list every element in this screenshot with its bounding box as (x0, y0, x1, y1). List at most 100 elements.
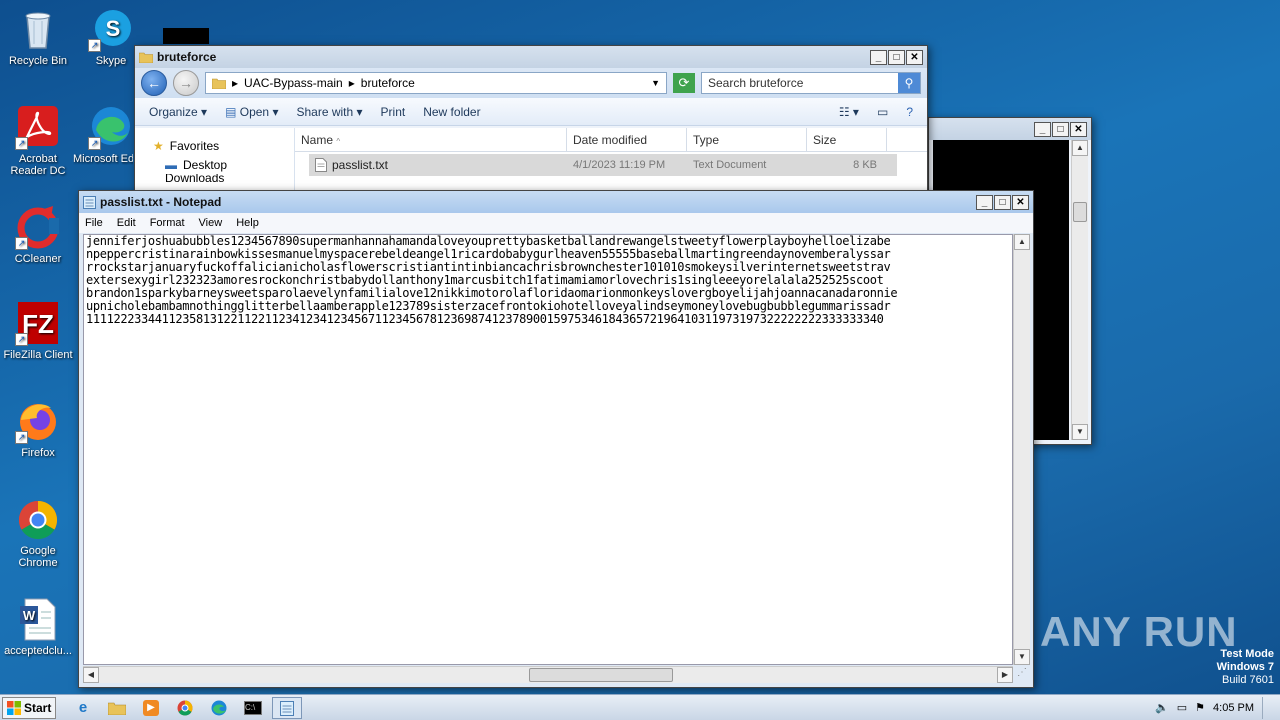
text-editor[interactable]: jenniferjoshuabubbles1234567890supermanh… (83, 234, 1013, 665)
back-arrow-icon[interactable]: ← (141, 70, 167, 96)
shortcut-arrow-icon: ↗ (15, 431, 28, 444)
filezilla-icon: FZ ↗ (15, 300, 61, 346)
svg-text:W: W (23, 608, 36, 623)
column-header-size[interactable]: Size (807, 128, 887, 151)
search-icon[interactable]: ⚲ (898, 73, 920, 93)
minimize-button[interactable]: _ (1034, 121, 1051, 137)
word-document-icon: W (15, 596, 61, 642)
maximize-button[interactable]: □ (888, 49, 905, 65)
shortcut-arrow-icon: ↗ (88, 137, 101, 150)
column-header-date[interactable]: Date modified (567, 128, 687, 151)
notepad-titlebar[interactable]: passlist.txt - Notepad _ □ ✕ (79, 191, 1033, 213)
menu-format[interactable]: Format (150, 217, 185, 229)
scroll-left-icon[interactable]: ◀ (83, 667, 99, 683)
scroll-thumb[interactable] (529, 668, 673, 682)
shortcut-arrow-icon: ↗ (15, 333, 28, 346)
taskbar-cmd-icon[interactable]: C:\ (238, 697, 268, 719)
menu-help[interactable]: Help (236, 217, 259, 229)
show-desktop-button[interactable] (1262, 696, 1272, 719)
forward-arrow-icon[interactable]: → (173, 70, 199, 96)
scroll-thumb[interactable] (1073, 202, 1087, 222)
action-center-flag-icon[interactable]: ⚑ (1195, 701, 1205, 714)
explorer-titlebar[interactable]: bruteforce _ □ ✕ (135, 46, 927, 68)
scroll-up-icon[interactable]: ▲ (1014, 234, 1030, 250)
text-line: 1111222334411235813122112211234123412345… (86, 312, 884, 326)
taskbar-explorer-icon[interactable] (102, 697, 132, 719)
desktop-icon-label: acceptedclu... (4, 645, 72, 657)
desktop-icon-recycle-bin[interactable]: Recycle Bin (0, 6, 76, 67)
share-with-button[interactable]: Share with ▾ (296, 105, 362, 119)
resize-grip-icon[interactable]: ⋰ (1014, 667, 1030, 683)
menu-view[interactable]: View (199, 217, 223, 229)
desktop-icon-chrome[interactable]: Google Chrome (0, 496, 76, 569)
table-row[interactable]: passlist.txt 4/1/2023 11:19 PM Text Docu… (309, 154, 897, 176)
close-button[interactable]: ✕ (1070, 121, 1087, 137)
column-header-name[interactable]: Name ^ (295, 128, 567, 151)
star-icon: ★ (153, 138, 164, 153)
scroll-down-icon[interactable]: ▼ (1014, 649, 1030, 665)
open-button[interactable]: ▤ Open ▾ (225, 105, 278, 119)
notepad-window[interactable]: passlist.txt - Notepad _ □ ✕ File Edit F… (78, 190, 1034, 688)
taskbar-media-player-icon[interactable]: ▶ (136, 697, 166, 719)
organize-button[interactable]: Organize ▾ (149, 105, 207, 119)
desktop-icon-word-doc[interactable]: W acceptedclu... (0, 596, 76, 657)
column-header-type[interactable]: Type (687, 128, 807, 151)
print-button[interactable]: Print (381, 105, 406, 119)
breadcrumb-item[interactable]: bruteforce (361, 76, 415, 90)
menu-edit[interactable]: Edit (117, 217, 136, 229)
console-scrollbar[interactable]: ▲ ▼ (1071, 140, 1088, 440)
console-titlebar[interactable]: _ □ ✕ (929, 118, 1091, 140)
desktop-icon-ccleaner[interactable]: ↗ CCleaner (0, 204, 76, 265)
explorer-window[interactable]: bruteforce _ □ ✕ ← → ▸ UAC-Bypass-main ▸… (134, 45, 928, 205)
menu-file[interactable]: File (85, 217, 103, 229)
desktop-icon-label: Google Chrome (18, 545, 58, 569)
taskbar-edge-icon[interactable] (204, 697, 234, 719)
network-icon[interactable]: ▭ (1177, 701, 1187, 714)
maximize-button[interactable]: □ (994, 194, 1011, 210)
desktop-icon-filezilla[interactable]: FZ ↗ FileZilla Client (0, 300, 76, 361)
taskbar: Start e ▶ C:\ 🔈 ▭ ⚑ 4:05 PM (0, 694, 1280, 720)
preview-pane-icon[interactable]: ▭ (877, 105, 888, 119)
folder-icon (212, 78, 226, 89)
view-options-icon[interactable]: ☷ ▾ (839, 105, 859, 119)
maximize-button[interactable]: □ (1052, 121, 1069, 137)
chevron-down-icon[interactable]: ▼ (651, 78, 660, 88)
desktop-icon-label: CCleaner (14, 253, 62, 265)
refresh-icon[interactable]: ⟳ (673, 73, 695, 93)
taskbar-ie-icon[interactable]: e (68, 697, 98, 719)
address-bar[interactable]: ▸ UAC-Bypass-main ▸ bruteforce ▼ (205, 72, 667, 94)
scroll-down-icon[interactable]: ▼ (1072, 424, 1088, 440)
taskbar-notepad-icon[interactable] (272, 696, 302, 719)
help-icon[interactable]: ? (906, 105, 913, 119)
anyrun-logo: ANY RUN (1040, 608, 1238, 655)
nav-item-desktop[interactable]: ▬ Desktop (135, 155, 294, 174)
breadcrumb-separator-icon: ▸ (348, 76, 355, 90)
scroll-up-icon[interactable]: ▲ (1072, 140, 1088, 156)
shortcut-arrow-icon: ↗ (15, 237, 28, 250)
close-button[interactable]: ✕ (1012, 194, 1029, 210)
clock[interactable]: 4:05 PM (1213, 702, 1254, 714)
scroll-right-icon[interactable]: ▶ (997, 667, 1013, 683)
taskbar-chrome-icon[interactable] (170, 697, 200, 719)
close-button[interactable]: ✕ (906, 49, 923, 65)
minimize-button[interactable]: _ (870, 49, 887, 65)
minimize-button[interactable]: _ (976, 194, 993, 210)
new-folder-button[interactable]: New folder (423, 105, 480, 119)
desktop-icon-acrobat[interactable]: ↗ Acrobat Reader DC (0, 104, 76, 177)
nav-item-favorites[interactable]: ★ Favorites (135, 136, 294, 155)
desktop-icon-firefox[interactable]: ↗ Firefox (0, 398, 76, 459)
search-input[interactable]: Search bruteforce ⚲ (701, 72, 921, 94)
volume-icon[interactable]: 🔈 (1155, 701, 1169, 714)
horizontal-scrollbar[interactable]: ◀ ▶ (83, 666, 1013, 683)
breadcrumb-item[interactable]: UAC-Bypass-main (244, 76, 343, 90)
windows-logo-icon (7, 700, 21, 715)
nav-item-downloads[interactable]: Downloads (135, 174, 294, 182)
skype-icon: S ↗ (88, 6, 134, 52)
vertical-scrollbar[interactable]: ▲ ▼ (1013, 234, 1030, 665)
file-date: 4/1/2023 11:19 PM (573, 159, 666, 171)
search-placeholder: Search bruteforce (708, 76, 804, 90)
black-window-fragment (163, 28, 209, 44)
build-label: Build 7601 (1222, 674, 1274, 686)
start-button[interactable]: Start (2, 696, 56, 719)
desktop-icon-label: Firefox (21, 447, 55, 459)
